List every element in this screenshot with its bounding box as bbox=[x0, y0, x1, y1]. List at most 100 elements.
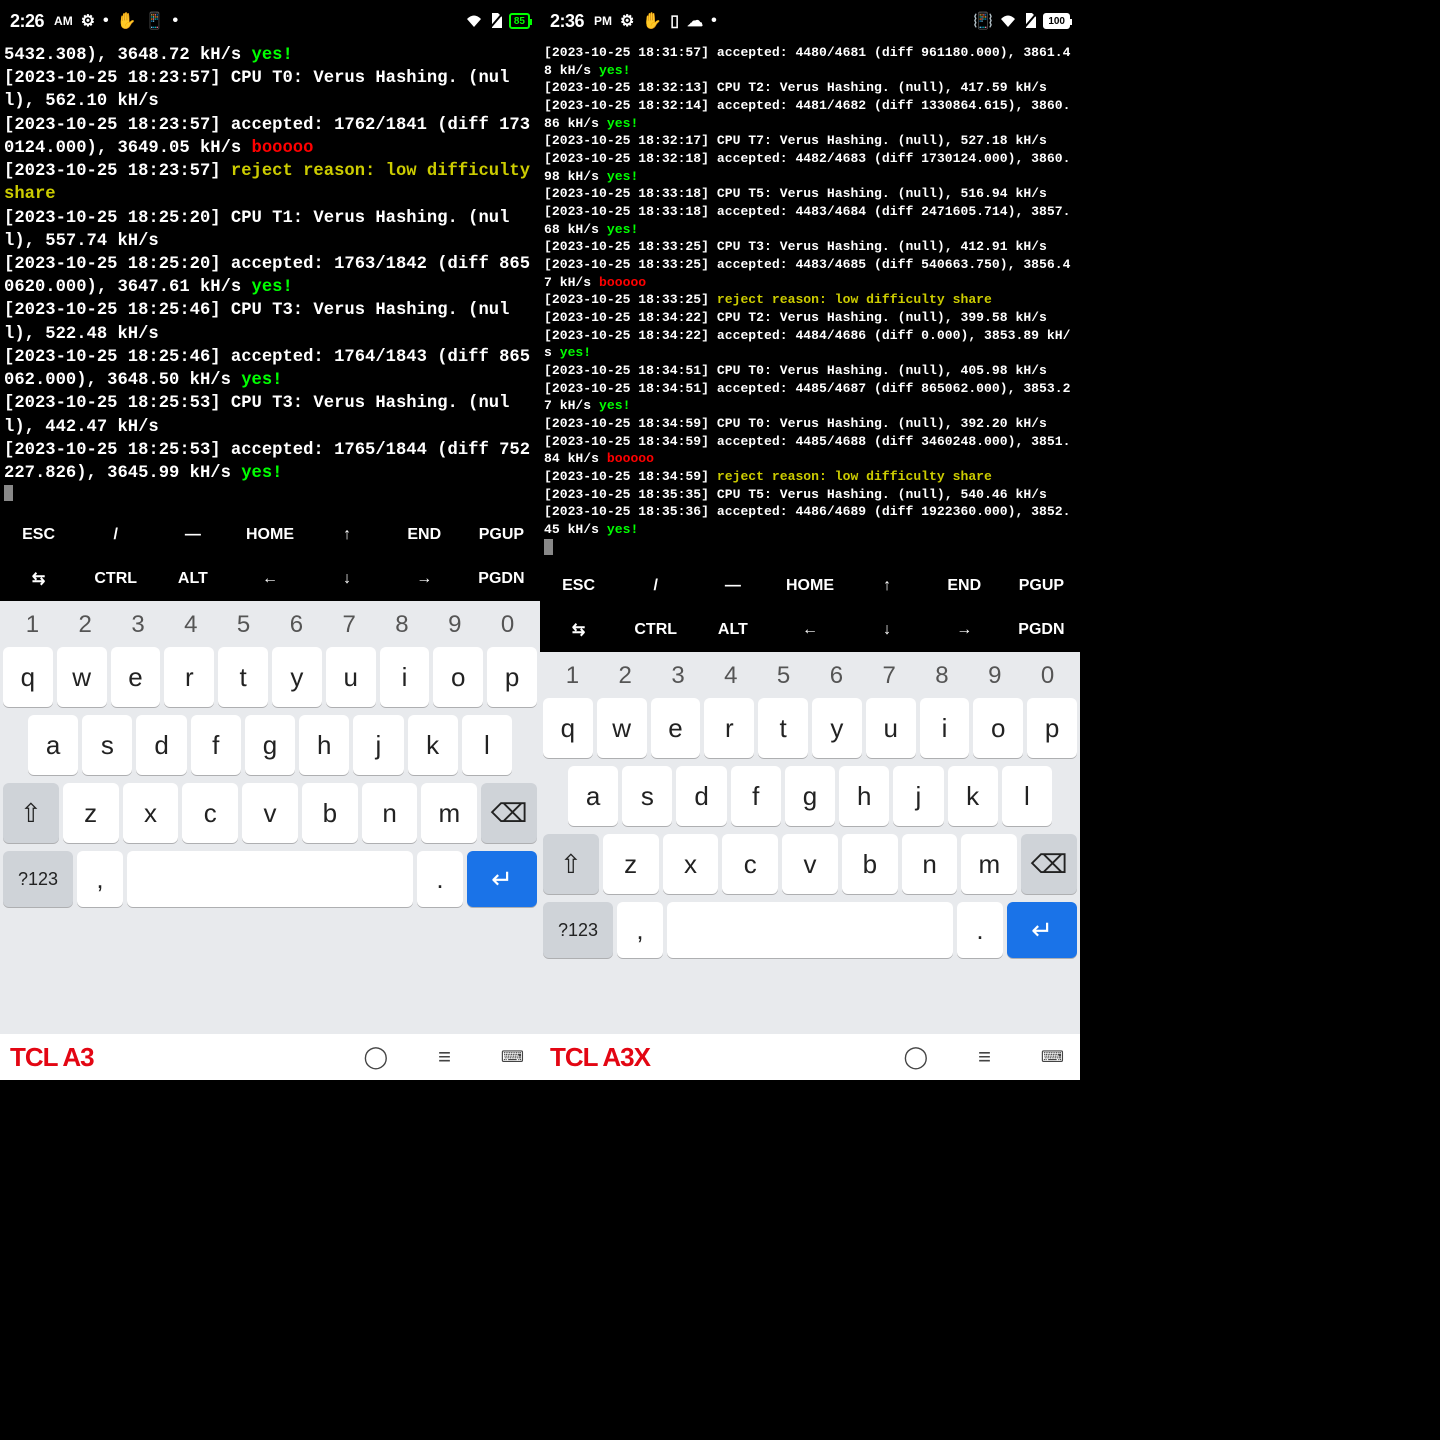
letter-key[interactable]: h bbox=[839, 766, 889, 826]
letter-key[interactable]: t bbox=[218, 647, 268, 707]
num-key[interactable]: 5 bbox=[217, 611, 270, 639]
period-key[interactable]: . bbox=[957, 902, 1003, 958]
num-key[interactable]: 0 bbox=[1021, 662, 1074, 690]
letter-key[interactable]: g bbox=[245, 715, 295, 775]
enter-key[interactable]: ↵ bbox=[467, 851, 537, 907]
letter-key[interactable]: u bbox=[326, 647, 376, 707]
letter-key[interactable]: m bbox=[961, 834, 1017, 894]
letter-key[interactable]: w bbox=[57, 647, 107, 707]
letter-key[interactable]: j bbox=[353, 715, 403, 775]
num-key[interactable]: 2 bbox=[59, 611, 112, 639]
letter-key[interactable]: j bbox=[893, 766, 943, 826]
space-key[interactable] bbox=[127, 851, 413, 907]
fn-key[interactable]: PGUP bbox=[1003, 564, 1080, 608]
fn-key[interactable]: ⇆ bbox=[540, 608, 617, 652]
letter-key[interactable]: p bbox=[1027, 698, 1077, 758]
fn-key[interactable]: ← bbox=[231, 557, 308, 601]
home-nav-icon[interactable]: ◯ bbox=[903, 1044, 928, 1070]
backspace-key[interactable]: ⌫ bbox=[481, 783, 537, 843]
letter-key[interactable]: t bbox=[758, 698, 808, 758]
num-key[interactable]: 4 bbox=[704, 662, 757, 690]
letter-key[interactable]: q bbox=[3, 647, 53, 707]
comma-key[interactable]: , bbox=[77, 851, 123, 907]
letter-key[interactable]: u bbox=[866, 698, 916, 758]
keyboard-switch-icon[interactable]: ⌨ bbox=[501, 1047, 524, 1067]
fn-key[interactable]: PGDN bbox=[1003, 608, 1080, 652]
letter-key[interactable]: e bbox=[111, 647, 161, 707]
letter-key[interactable]: o bbox=[973, 698, 1023, 758]
letter-key[interactable]: v bbox=[242, 783, 298, 843]
fn-key[interactable]: PGUP bbox=[463, 513, 540, 557]
num-key[interactable]: 9 bbox=[428, 611, 481, 639]
letter-key[interactable]: i bbox=[920, 698, 970, 758]
num-key[interactable]: 1 bbox=[546, 662, 599, 690]
fn-key[interactable]: / bbox=[617, 564, 694, 608]
recent-nav-icon[interactable]: ≡ bbox=[978, 1044, 991, 1070]
letter-key[interactable]: a bbox=[568, 766, 618, 826]
symbols-key[interactable]: ?123 bbox=[543, 902, 613, 958]
fn-key[interactable]: ⇆ bbox=[0, 557, 77, 601]
letter-key[interactable]: h bbox=[299, 715, 349, 775]
letter-key[interactable]: l bbox=[462, 715, 512, 775]
fn-key[interactable]: — bbox=[154, 513, 231, 557]
letter-key[interactable]: e bbox=[651, 698, 701, 758]
symbols-key[interactable]: ?123 bbox=[3, 851, 73, 907]
letter-key[interactable]: v bbox=[782, 834, 838, 894]
letter-key[interactable]: z bbox=[63, 783, 119, 843]
letter-key[interactable]: i bbox=[380, 647, 430, 707]
letter-key[interactable]: f bbox=[731, 766, 781, 826]
num-key[interactable]: 1 bbox=[6, 611, 59, 639]
letter-key[interactable]: x bbox=[663, 834, 719, 894]
letter-key[interactable]: n bbox=[362, 783, 418, 843]
letter-key[interactable]: s bbox=[622, 766, 672, 826]
fn-key[interactable]: ↓ bbox=[849, 608, 926, 652]
letter-key[interactable]: n bbox=[902, 834, 958, 894]
num-key[interactable]: 9 bbox=[968, 662, 1021, 690]
terminal-right[interactable]: [2023-10-25 18:31:57] accepted: 4480/468… bbox=[540, 42, 1080, 564]
keyboard-switch-icon[interactable]: ⌨ bbox=[1041, 1047, 1064, 1067]
fn-key[interactable]: END bbox=[386, 513, 463, 557]
space-key[interactable] bbox=[667, 902, 953, 958]
num-key[interactable]: 6 bbox=[270, 611, 323, 639]
period-key[interactable]: . bbox=[417, 851, 463, 907]
fn-key[interactable]: — bbox=[694, 564, 771, 608]
recent-nav-icon[interactable]: ≡ bbox=[438, 1044, 451, 1070]
letter-key[interactable]: q bbox=[543, 698, 593, 758]
letter-key[interactable]: r bbox=[704, 698, 754, 758]
fn-key[interactable]: CTRL bbox=[617, 608, 694, 652]
num-key[interactable]: 6 bbox=[810, 662, 863, 690]
letter-key[interactable]: a bbox=[28, 715, 78, 775]
num-key[interactable]: 7 bbox=[323, 611, 376, 639]
letter-key[interactable]: c bbox=[182, 783, 238, 843]
fn-key[interactable]: ALT bbox=[694, 608, 771, 652]
letter-key[interactable]: g bbox=[785, 766, 835, 826]
fn-key[interactable]: / bbox=[77, 513, 154, 557]
fn-key[interactable]: CTRL bbox=[77, 557, 154, 601]
letter-key[interactable]: o bbox=[433, 647, 483, 707]
comma-key[interactable]: , bbox=[617, 902, 663, 958]
num-key[interactable]: 5 bbox=[757, 662, 810, 690]
letter-key[interactable]: r bbox=[164, 647, 214, 707]
letter-key[interactable]: f bbox=[191, 715, 241, 775]
letter-key[interactable]: m bbox=[421, 783, 477, 843]
fn-key[interactable]: ↓ bbox=[309, 557, 386, 601]
fn-key[interactable]: → bbox=[926, 608, 1003, 652]
letter-key[interactable]: d bbox=[676, 766, 726, 826]
fn-key[interactable]: ALT bbox=[154, 557, 231, 601]
letter-key[interactable]: y bbox=[272, 647, 322, 707]
letter-key[interactable]: l bbox=[1002, 766, 1052, 826]
num-key[interactable]: 8 bbox=[916, 662, 969, 690]
num-key[interactable]: 3 bbox=[652, 662, 705, 690]
letter-key[interactable]: b bbox=[842, 834, 898, 894]
fn-key[interactable]: END bbox=[926, 564, 1003, 608]
fn-key[interactable]: ↑ bbox=[849, 564, 926, 608]
home-nav-icon[interactable]: ◯ bbox=[363, 1044, 388, 1070]
backspace-key[interactable]: ⌫ bbox=[1021, 834, 1077, 894]
fn-key[interactable]: → bbox=[386, 557, 463, 601]
letter-key[interactable]: b bbox=[302, 783, 358, 843]
num-key[interactable]: 7 bbox=[863, 662, 916, 690]
letter-key[interactable]: y bbox=[812, 698, 862, 758]
fn-key[interactable]: HOME bbox=[771, 564, 848, 608]
terminal-left[interactable]: 5432.308), 3648.72 kH/s yes![2023-10-25 … bbox=[0, 42, 540, 513]
letter-key[interactable]: k bbox=[408, 715, 458, 775]
